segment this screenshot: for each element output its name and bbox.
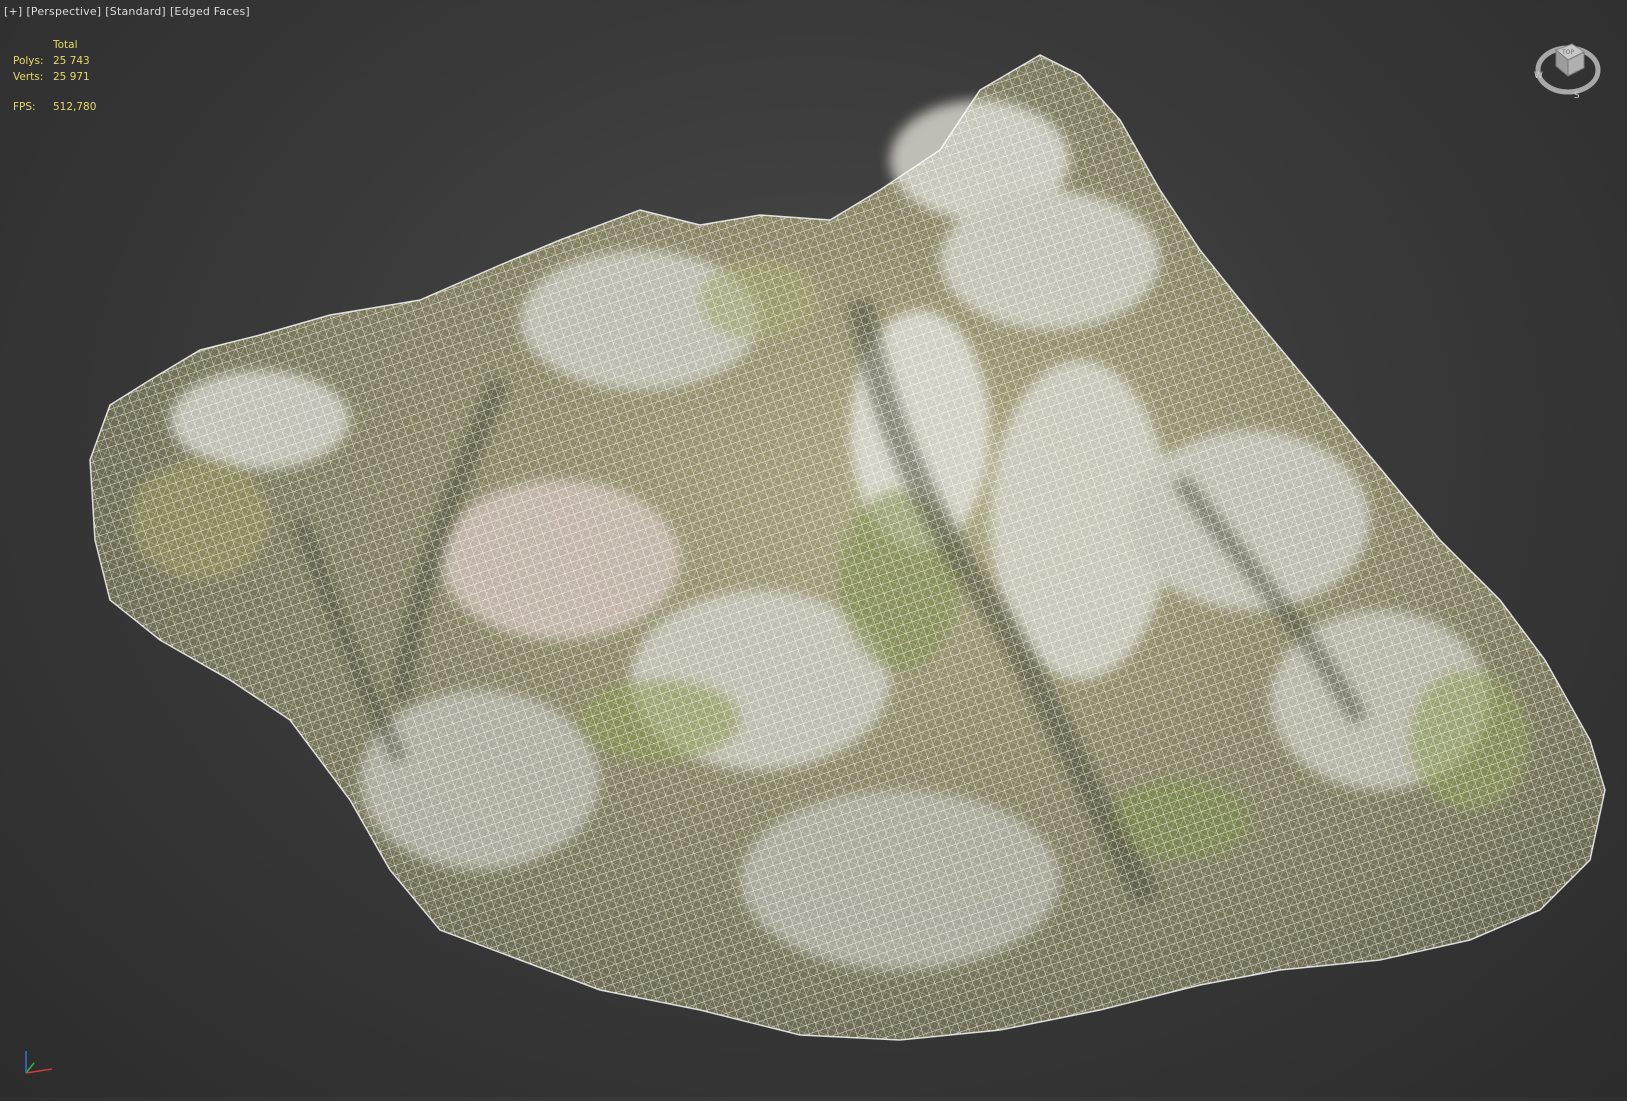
wireframe-edges bbox=[90, 55, 1605, 1040]
compass-south-label: S bbox=[1574, 91, 1580, 101]
rock-mesh[interactable] bbox=[0, 0, 1627, 1097]
viewport-canvas[interactable] bbox=[0, 0, 1627, 1097]
compass-west-label: W bbox=[1534, 71, 1543, 81]
axis-tripod-icon bbox=[18, 1045, 58, 1081]
viewcube-top-label[interactable]: TOP bbox=[1561, 49, 1574, 56]
viewcube[interactable]: TOP W S bbox=[1530, 30, 1602, 102]
viewcube-icon[interactable]: TOP W S bbox=[1530, 30, 1602, 102]
